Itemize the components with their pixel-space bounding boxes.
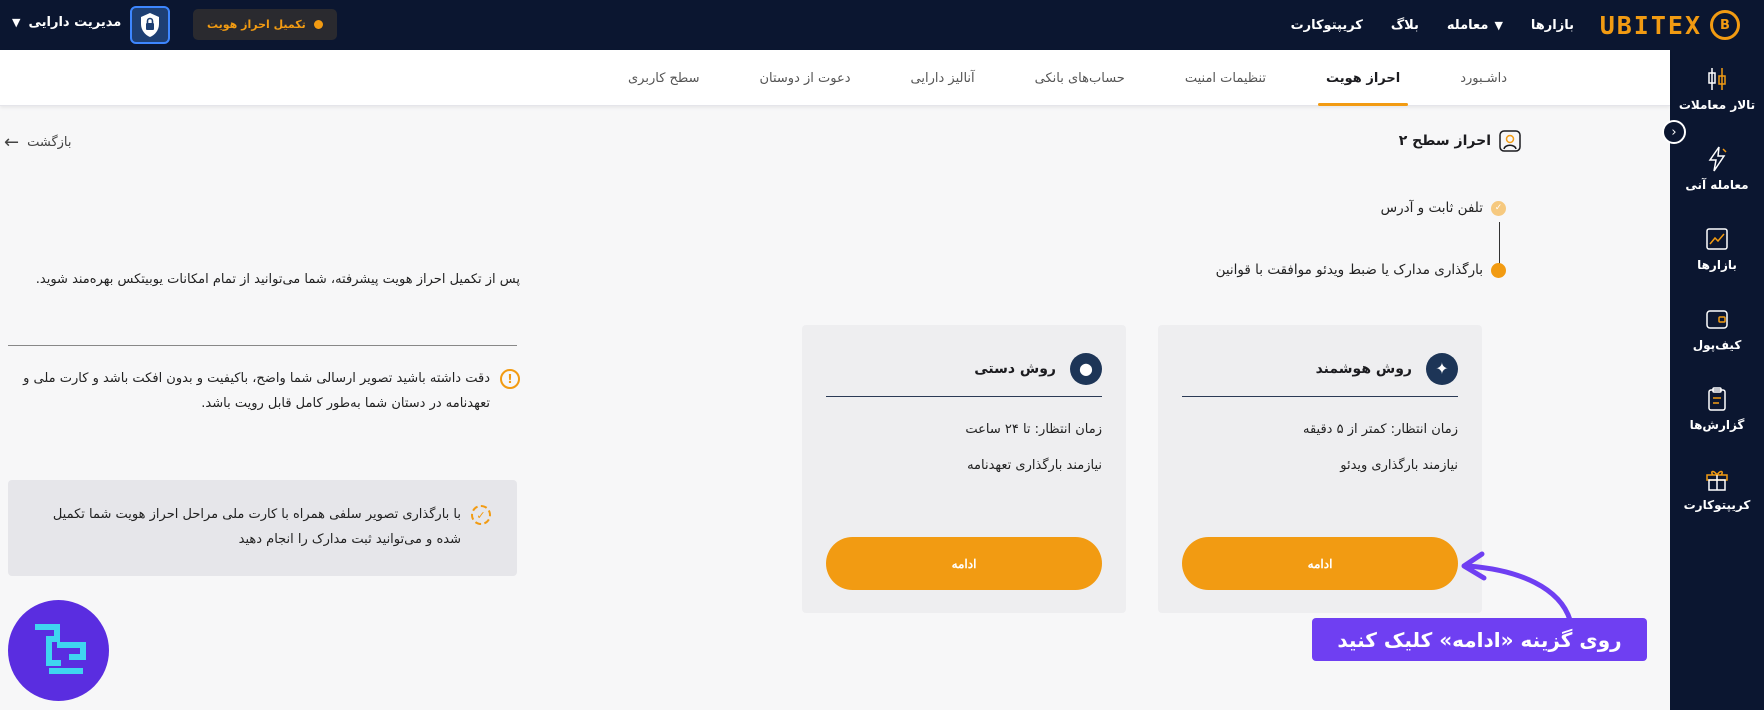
exclamation-icon: !	[500, 369, 520, 389]
back-button[interactable]: ← بازگشت	[4, 132, 72, 153]
card-title: روش دستی	[974, 360, 1056, 377]
watermark-logo-icon	[34, 623, 86, 674]
status-dot-icon	[313, 20, 323, 29]
nav-blog-label: بلاگ	[1390, 17, 1419, 33]
gift-icon	[1704, 466, 1730, 492]
nav-cryptocard-label: کریپتوکارت	[1290, 17, 1363, 33]
tab-invite-friends[interactable]: دعوت از دوستان	[751, 50, 858, 106]
wallet-icon	[1704, 306, 1730, 332]
info-text: پس از تکمیل احراز هویت پیشرفته، شما می‌ت…	[35, 272, 520, 287]
verification-steps: ✓ تلفن ثابت و آدرس بارگذاری مدارک یا ضبط…	[1186, 200, 1506, 290]
step-label: بارگذاری مدارک یا ضبط ویدئو موافقت با قو…	[1215, 262, 1483, 278]
brand-mark-icon: B	[1710, 10, 1740, 40]
step-label: تلفن ثابت و آدرس	[1380, 200, 1483, 216]
active-step-dot-icon	[1491, 262, 1506, 278]
sidebar-item-label: تالار معاملات	[1678, 98, 1756, 112]
top-bar: UBITEX B بازارها معامله ▼ بلاگ کریپتوکارت…	[0, 0, 1764, 50]
note-text: با بارگذاری تصویر سلفی همراه با کارت ملی…	[52, 507, 461, 547]
step-phone-address: ✓ تلفن ثابت و آدرس	[1381, 200, 1506, 216]
tab-bank-accounts[interactable]: حساب‌های بانکی	[1027, 50, 1133, 106]
complete-verification-pill[interactable]: تکمیل احراز هویت	[193, 9, 337, 40]
right-sidebar: تالار معاملات معامله آنی بازارها کیف‌پول…	[1670, 50, 1764, 710]
instruction-callout: روی گزینه «ادامه» کلیک کنید	[1312, 618, 1647, 661]
arrow-left-icon: ←	[4, 132, 20, 153]
sparkle-icon: ✦	[1426, 352, 1458, 385]
nav-trade[interactable]: معامله ▼	[1447, 18, 1503, 33]
tab-identity-verification[interactable]: احراز هویت	[1318, 50, 1409, 106]
nav-trade-label: معامله	[1446, 17, 1489, 33]
card-wait-time: زمان انتظار: تا ۲۴ ساعت	[965, 422, 1102, 437]
candlestick-icon	[1704, 66, 1730, 92]
sidebar-item-label: معامله آنی	[1685, 178, 1749, 192]
top-nav: بازارها معامله ▼ بلاگ کریپتوکارت	[1291, 0, 1574, 50]
clipboard-icon	[1704, 386, 1730, 412]
warning-text: دقت داشته باشید تصویر ارسالی شما واضح، ب…	[23, 371, 490, 411]
card-requirement: نیازمند بارگذاری تعهدنامه	[967, 458, 1102, 473]
brand-logo[interactable]: UBITEX B	[1600, 9, 1740, 41]
tab-security-settings[interactable]: تنظیمات امنیت	[1177, 50, 1274, 106]
tab-asset-analysis[interactable]: آنالیز دارایی	[903, 50, 983, 106]
page-title: احراز سطح ۲	[1399, 130, 1521, 152]
site-watermark-logo	[8, 600, 109, 701]
sidebar-item-cryptocard[interactable]: کریپتوکارت	[1670, 466, 1764, 512]
tabs-bar: داشـبورد احراز هویت تنظیمات امنیت حساب‌ه…	[0, 50, 1670, 106]
sidebar-item-reports[interactable]: گزارش‌ها	[1670, 386, 1764, 432]
sidebar-item-instant-trade[interactable]: معامله آنی	[1670, 146, 1764, 192]
asset-management-menu[interactable]: ▼ مدیریت دارایی	[12, 15, 121, 30]
nav-markets[interactable]: بازارها	[1531, 18, 1574, 33]
smart-continue-button[interactable]: ادامه	[1182, 537, 1458, 590]
nav-blog[interactable]: بلاگ	[1391, 18, 1419, 33]
sidebar-item-markets[interactable]: بازارها	[1670, 226, 1764, 272]
nav-cryptocard[interactable]: کریپتوکارت	[1291, 18, 1363, 33]
dot-circle-icon: ●	[1070, 352, 1102, 385]
complete-verification-label: تکمیل احراز هویت	[207, 18, 306, 31]
sidebar-collapse-button[interactable]: ›	[1662, 120, 1686, 144]
sidebar-item-label: کیف‌پول	[1692, 338, 1742, 352]
card-header: ● روش دستی	[826, 351, 1102, 397]
chevron-down-icon: ▼	[12, 16, 21, 29]
annotation-arrow-icon	[1461, 551, 1573, 623]
warning-message: ! دقت داشته باشید تصویر ارسالی شما واضح،…	[10, 366, 520, 416]
manual-continue-button[interactable]: ادامه	[826, 537, 1102, 590]
sidebar-item-trading-hall[interactable]: تالار معاملات	[1670, 66, 1764, 112]
tab-dashboard[interactable]: داشـبورد	[1452, 50, 1515, 106]
sidebar-item-wallet[interactable]: کیف‌پول	[1670, 306, 1764, 352]
tab-user-level[interactable]: سطح کاربری	[620, 50, 707, 106]
smart-method-card: ✦ روش هوشمند زمان انتظار: کمتر از ۵ دقیق…	[1158, 325, 1482, 613]
sidebar-item-label: کریپتوکارت	[1683, 498, 1751, 512]
divider	[8, 345, 517, 346]
card-header: ✦ روش هوشمند	[1182, 351, 1458, 397]
chevron-right-icon: ›	[1671, 124, 1677, 140]
brand-name: UBITEX	[1599, 10, 1702, 40]
nav-markets-label: بازارها	[1530, 17, 1574, 33]
manual-method-card: ● روش دستی زمان انتظار: تا ۲۴ ساعت نیازم…	[802, 325, 1126, 613]
card-wait-time: زمان انتظار: کمتر از ۵ دقیقه	[1303, 422, 1458, 437]
lightning-icon	[1704, 146, 1730, 172]
selfie-note-box: ✓ با بارگذاری تصویر سلفی همراه با کارت م…	[8, 480, 517, 576]
shield-lock-icon	[141, 13, 159, 37]
step-documents-video: بارگذاری مدارک یا ضبط ویدئو موافقت با قو…	[1216, 262, 1506, 278]
sidebar-item-label: بازارها	[1697, 258, 1737, 272]
tab-list: داشـبورد احراز هویت تنظیمات امنیت حساب‌ه…	[620, 50, 1515, 106]
user-badge-icon	[1499, 130, 1521, 152]
page-title-text: احراز سطح ۲	[1398, 133, 1491, 149]
verified-badge-icon: ✓	[471, 505, 491, 525]
sidebar-item-label: گزارش‌ها	[1689, 418, 1745, 432]
asset-management-label: مدیریت دارایی	[28, 15, 122, 30]
check-icon: ✓	[1491, 200, 1506, 216]
security-button[interactable]	[130, 6, 170, 44]
card-title: روش هوشمند	[1315, 360, 1412, 377]
card-requirement: نیازمند بارگذاری ویدئو	[1340, 458, 1458, 473]
chevron-down-icon: ▼	[1494, 18, 1503, 32]
back-label: بازگشت	[27, 135, 72, 150]
market-chart-icon	[1704, 226, 1730, 252]
